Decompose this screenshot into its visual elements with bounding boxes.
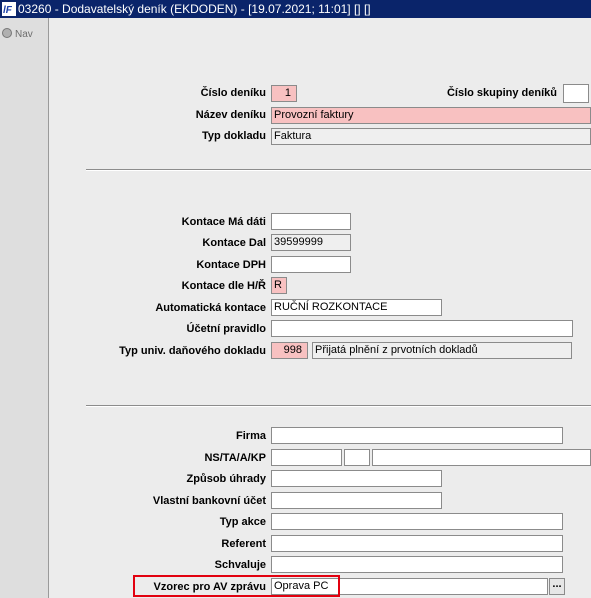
- ns-ta-label: NS/TA/A/KP: [204, 452, 266, 464]
- app-logo-icon: lF: [2, 2, 16, 16]
- typ-univ-label: Typ univ. daňového dokladu: [119, 345, 266, 357]
- referent-field[interactable]: [271, 535, 563, 552]
- vlastni-ucet-label: Vlastní bankovní účet: [152, 495, 266, 507]
- kontace-ma-dati-field[interactable]: [271, 213, 351, 230]
- cislo-deniku-label: Číslo deníku: [200, 87, 266, 99]
- kontace-hr-field[interactable]: R: [271, 277, 287, 294]
- window-title: 03260 - Dodavatelský deník (EKDODEN) - […: [18, 2, 371, 16]
- section-divider: [86, 405, 591, 406]
- kontace-dph-field[interactable]: [271, 256, 351, 273]
- ns-field[interactable]: [271, 449, 342, 466]
- nav-toggle[interactable]: Nav: [2, 28, 33, 40]
- automaticka-kontace-label: Automatická kontace: [155, 302, 266, 314]
- typ-akce-label: Typ akce: [219, 516, 266, 528]
- firma-field[interactable]: [271, 427, 563, 444]
- typ-univ-code-field[interactable]: 998: [271, 342, 308, 359]
- kontace-dal-label: Kontace Dal: [202, 237, 266, 249]
- ucetni-pravidlo-field[interactable]: [271, 320, 573, 337]
- automaticka-kontace-field[interactable]: RUČNÍ ROZKONTACE: [271, 299, 442, 316]
- a-kp-field[interactable]: [372, 449, 591, 466]
- kontace-dal-field[interactable]: 39599999: [271, 234, 351, 251]
- ucetni-pravidlo-label: Účetní pravidlo: [186, 323, 266, 335]
- vzorec-av-lookup-button[interactable]: ...: [549, 578, 565, 595]
- schvaluje-field[interactable]: [271, 556, 563, 573]
- title-bar: lF 03260 - Dodavatelský deník (EKDODEN) …: [0, 0, 591, 18]
- typ-univ-desc-field: Přijatá plnění z prvotních dokladů: [312, 342, 572, 359]
- radio-icon[interactable]: [2, 28, 12, 38]
- typ-dokladu-label: Typ dokladu: [202, 130, 266, 142]
- referent-label: Referent: [221, 538, 266, 550]
- zpusob-uhrady-field[interactable]: [271, 470, 442, 487]
- highlight-box: [133, 575, 340, 597]
- nazev-deniku-field[interactable]: Provozní faktury: [271, 107, 591, 124]
- zpusob-uhrady-label: Způsob úhrady: [186, 473, 266, 485]
- kontace-hr-label: Kontace dle H/Ř: [181, 280, 266, 292]
- typ-akce-field[interactable]: [271, 513, 563, 530]
- kontace-dph-label: Kontace DPH: [196, 259, 266, 271]
- ta-field[interactable]: [344, 449, 370, 466]
- vlastni-ucet-field[interactable]: [271, 492, 442, 509]
- firma-label: Firma: [236, 430, 266, 442]
- schvaluje-label: Schvaluje: [214, 559, 266, 571]
- kontace-ma-dati-label: Kontace Má dáti: [181, 216, 266, 228]
- nav-label: Nav: [15, 29, 33, 40]
- cislo-skupiny-field[interactable]: [563, 84, 589, 103]
- typ-dokladu-field[interactable]: Faktura: [271, 128, 591, 145]
- left-pane: Nav: [0, 18, 49, 598]
- svg-text:lF: lF: [3, 5, 13, 16]
- cislo-deniku-field[interactable]: 1: [271, 85, 297, 102]
- cislo-skupiny-label: Číslo skupiny deníků: [446, 87, 557, 99]
- section-divider: [86, 169, 591, 170]
- nazev-deniku-label: Název deníku: [195, 109, 266, 121]
